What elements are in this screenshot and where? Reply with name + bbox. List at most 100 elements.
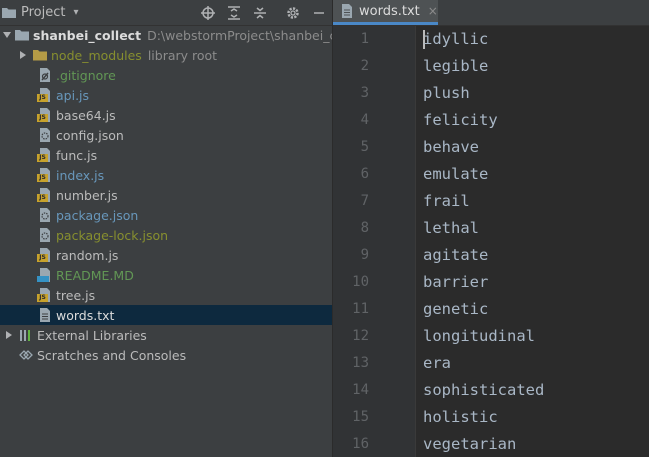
code-line[interactable]: longitudinal bbox=[423, 323, 535, 350]
code-line[interactable]: frail bbox=[423, 188, 470, 215]
line-number: 3 bbox=[360, 85, 369, 101]
project-pane-header: Project ▾ bbox=[0, 0, 332, 26]
code-line[interactable]: genetic bbox=[423, 296, 488, 323]
scratches-icon bbox=[19, 350, 33, 360]
js-file-icon: JS bbox=[37, 107, 53, 123]
tree-scratches-row[interactable]: Scratches and Consoles bbox=[0, 345, 332, 365]
tab-label: words.txt bbox=[359, 3, 420, 19]
chevron-right-icon[interactable] bbox=[3, 325, 15, 345]
js-file-icon: JS bbox=[37, 247, 53, 263]
line-number: 4 bbox=[360, 112, 369, 128]
file-name-label: package.json bbox=[56, 207, 139, 223]
file-name-label: index.js bbox=[56, 167, 105, 183]
expand-all-icon[interactable] bbox=[226, 4, 242, 21]
close-icon[interactable]: × bbox=[428, 4, 438, 18]
chevron-down-icon[interactable] bbox=[3, 25, 11, 45]
tree-file-row[interactable]: JS base64.js bbox=[0, 105, 332, 125]
js-file-icon: JS bbox=[37, 187, 53, 203]
tree-file-row[interactable]: JS api.js bbox=[0, 85, 332, 105]
tab-words-txt[interactable]: words.txt × bbox=[333, 0, 438, 25]
settings-gear-icon[interactable] bbox=[285, 4, 301, 21]
json-file-icon bbox=[37, 227, 53, 243]
line-number: 12 bbox=[352, 328, 369, 344]
tree-file-row[interactable]: package-lock.json bbox=[0, 225, 332, 245]
code-line[interactable]: holistic bbox=[423, 404, 498, 431]
line-number: 13 bbox=[352, 355, 369, 371]
editor-tab-bar: words.txt × bbox=[333, 0, 649, 26]
js-file-icon: JS bbox=[37, 147, 53, 163]
tree-root-row[interactable]: shanbei_collect D:\webstormProject\shanb… bbox=[0, 25, 332, 45]
code-line[interactable]: legible bbox=[423, 53, 488, 80]
tree-file-row[interactable]: JS tree.js bbox=[0, 285, 332, 305]
file-name-label: base64.js bbox=[56, 107, 116, 123]
code-line[interactable]: behave bbox=[423, 134, 479, 161]
code-line[interactable]: vegetarian bbox=[423, 431, 516, 457]
tree-node-modules-row[interactable]: node_modules library root bbox=[0, 45, 332, 65]
file-name-label: tree.js bbox=[56, 287, 96, 303]
file-name-label: func.js bbox=[56, 147, 98, 163]
library-folder-icon bbox=[33, 50, 47, 61]
folder-icon bbox=[15, 30, 29, 41]
js-file-icon: JS bbox=[37, 167, 53, 183]
line-number: 2 bbox=[360, 58, 369, 74]
code-line[interactable]: idyllic bbox=[423, 26, 488, 53]
code-line[interactable]: plush bbox=[423, 80, 470, 107]
code-line[interactable]: era bbox=[423, 350, 451, 377]
file-name-label: words.txt bbox=[56, 307, 115, 323]
scratches-label: Scratches and Consoles bbox=[37, 347, 187, 363]
line-number: 9 bbox=[360, 247, 369, 263]
tree-file-row[interactable]: JS func.js bbox=[0, 145, 332, 165]
file-name-label: api.js bbox=[56, 87, 90, 103]
tree-external-libraries-row[interactable]: External Libraries bbox=[0, 325, 332, 345]
file-name-label: package-lock.json bbox=[56, 227, 169, 243]
file-name-label: number.js bbox=[56, 187, 118, 203]
library-root-hint: library root bbox=[147, 47, 218, 63]
js-file-icon: JS bbox=[37, 87, 53, 103]
file-name-label: .gitignore bbox=[56, 67, 116, 83]
collapse-all-icon[interactable] bbox=[252, 4, 268, 21]
json-file-icon bbox=[37, 207, 53, 223]
line-number: 11 bbox=[352, 301, 369, 317]
editor-area: words.txt × 1 idyllic 2 legible 3 plush 4 felic… bbox=[333, 0, 649, 457]
js-file-icon: JS bbox=[37, 287, 53, 303]
project-root-name: shanbei_collect bbox=[33, 27, 142, 43]
file-name-label: README.MD bbox=[56, 267, 134, 283]
project-pane: Project ▾ shanbei_collect D:\webstormPro… bbox=[0, 0, 332, 457]
text-file-icon bbox=[342, 4, 352, 18]
line-number: 7 bbox=[360, 193, 369, 209]
file-name-label: random.js bbox=[56, 247, 119, 263]
chevron-right-icon[interactable] bbox=[17, 45, 29, 65]
line-number: 6 bbox=[360, 166, 369, 182]
json-file-icon bbox=[37, 127, 53, 143]
ide-window: Project ▾ shanbei_collect D:\webstormPro… bbox=[0, 0, 649, 457]
code-line[interactable]: felicity bbox=[423, 107, 498, 134]
gitignore-file-icon bbox=[37, 67, 53, 83]
line-number: 16 bbox=[352, 436, 369, 452]
tree-file-row[interactable]: words.txt bbox=[0, 305, 332, 325]
tree-file-row[interactable]: JS index.js bbox=[0, 165, 332, 185]
code-line[interactable]: lethal bbox=[423, 215, 479, 242]
project-toolbar bbox=[0, 4, 332, 21]
line-number: 10 bbox=[352, 274, 369, 290]
node-modules-label: node_modules bbox=[51, 47, 142, 63]
tree-file-row[interactable]: .gitignore bbox=[0, 65, 332, 85]
external-libraries-label: External Libraries bbox=[37, 327, 147, 343]
tree-file-row[interactable]: package.json bbox=[0, 205, 332, 225]
hide-minus-icon[interactable] bbox=[311, 4, 327, 21]
code-line[interactable]: sophisticated bbox=[423, 377, 544, 404]
markdown-file-icon bbox=[37, 267, 53, 283]
code-line[interactable]: barrier bbox=[423, 269, 488, 296]
text-file-icon bbox=[37, 307, 53, 323]
locate-icon[interactable] bbox=[200, 4, 216, 21]
code-line[interactable]: agitate bbox=[423, 242, 488, 269]
tree-file-row[interactable]: README.MD bbox=[0, 265, 332, 285]
project-root-path: D:\webstormProject\shanbei_collect bbox=[147, 27, 332, 43]
line-number: 14 bbox=[352, 382, 369, 398]
tree-file-row[interactable]: JS random.js bbox=[0, 245, 332, 265]
tree-file-row[interactable]: JS number.js bbox=[0, 185, 332, 205]
tree-file-row[interactable]: config.json bbox=[0, 125, 332, 145]
external-libraries-icon bbox=[20, 330, 30, 341]
file-name-label: config.json bbox=[56, 127, 124, 143]
line-number: 8 bbox=[360, 220, 369, 236]
code-line[interactable]: emulate bbox=[423, 161, 488, 188]
